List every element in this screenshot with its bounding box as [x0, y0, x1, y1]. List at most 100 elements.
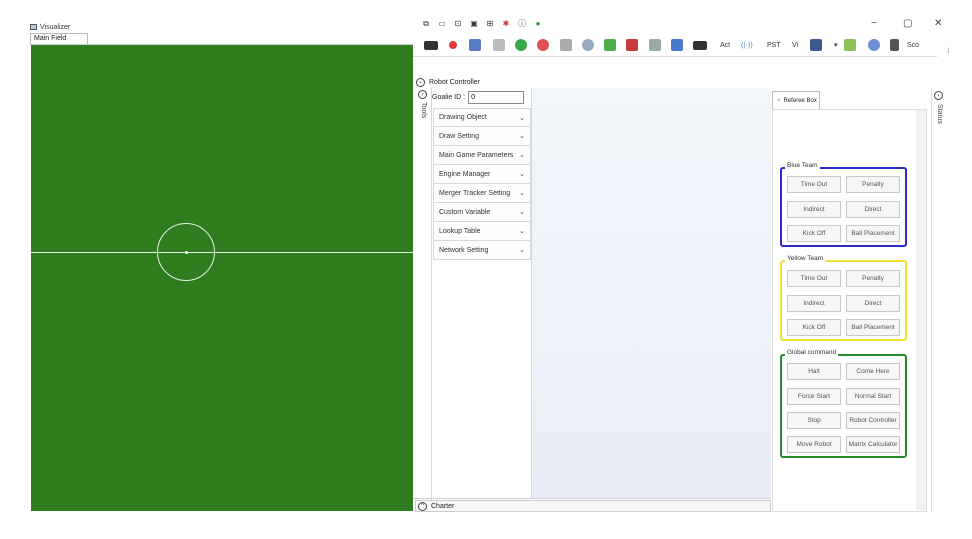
leaf-icon[interactable]: [604, 38, 616, 52]
move-robot-button[interactable]: Move Robot: [787, 436, 841, 453]
robot-controller-title: Robot Controller: [429, 78, 480, 86]
record-icon[interactable]: [449, 38, 457, 52]
monitor-tool-icon[interactable]: [424, 38, 438, 52]
tool-label: Engine Manager: [439, 170, 491, 178]
blue-direct-button[interactable]: Direct: [846, 201, 900, 218]
blue-indirect-button[interactable]: Indirect: [787, 201, 841, 218]
normal-start-button[interactable]: Normal Start: [846, 388, 900, 405]
goalie-id-input[interactable]: [468, 91, 525, 104]
globe-icon[interactable]: [515, 38, 527, 52]
layout-icon[interactable]: ⊞: [485, 19, 495, 28]
yellow-kick-off-button[interactable]: Kick Off: [787, 319, 841, 336]
tool-label: Network Setting: [439, 246, 489, 254]
close-icon[interactable]: ×: [777, 98, 781, 104]
tool-draw-setting[interactable]: Draw Setting ⌄: [433, 127, 531, 146]
blue-penalty-button[interactable]: Penalty: [846, 176, 900, 193]
blue-time-out-button[interactable]: Time Out: [787, 176, 841, 193]
tools-list: Drawing Object ⌄ Draw Setting ⌄ Main Game …: [433, 108, 531, 260]
robot-tool-icon[interactable]: [810, 38, 822, 52]
yellow-penalty-button[interactable]: Penalty: [846, 270, 900, 287]
tool-label: Merger Tracker Setting: [439, 189, 511, 197]
tab-main-field[interactable]: Main Field: [30, 33, 88, 44]
toolbar-overflow-icon[interactable]: ⁝: [947, 46, 951, 55]
yellow-time-out-button[interactable]: Time Out: [787, 270, 841, 287]
tab-referee-box[interactable]: × Referee Box: [772, 91, 820, 109]
tool-engine-manager[interactable]: Engine Manager ⌄: [433, 165, 531, 184]
tool-label: Custom Variable: [439, 208, 491, 216]
stop-button[interactable]: Stop: [787, 412, 841, 429]
chevron-down-icon: ⌄: [519, 133, 525, 140]
tools-side-label[interactable]: Tools: [420, 102, 427, 118]
cloud-icon[interactable]: [868, 38, 880, 52]
refresh-icon[interactable]: [582, 38, 594, 52]
robot-controller-header[interactable]: ⌄ Robot Controller: [416, 76, 480, 88]
yellow-indirect-button[interactable]: Indirect: [787, 295, 841, 312]
tools-panel-border: [431, 88, 432, 500]
blue-ball-placement-button[interactable]: Ball Placement: [846, 225, 900, 242]
halt-button[interactable]: Halt: [787, 363, 841, 380]
charter-bar[interactable]: ^ Charter: [415, 500, 771, 512]
robot-controller-canvas: [531, 88, 771, 498]
blue-kick-off-button[interactable]: Kick Off: [787, 225, 841, 242]
minimize-button[interactable]: −: [871, 18, 877, 29]
tool-main-game-parameters[interactable]: Main Game Parameters ⌄: [433, 146, 531, 165]
cursor-icon[interactable]: [890, 38, 899, 52]
tool-label: Lookup Table: [439, 227, 481, 235]
charter-label: Charter: [431, 502, 455, 510]
target-icon[interactable]: [537, 38, 549, 52]
app-title-bar: ⧉ ▭ ⊡ ▣ ⊞ ✱ ⓘ ● − ▢ ✕: [413, 16, 972, 32]
chart-icon[interactable]: [671, 38, 683, 52]
toolbar-sco[interactable]: Sco: [907, 38, 919, 52]
tool-lookup-table[interactable]: Lookup Table ⌄: [433, 222, 531, 241]
check-icon[interactable]: ●: [533, 19, 543, 28]
monitor-icon[interactable]: ⊡: [453, 19, 463, 28]
chevron-down-icon: ⌄: [519, 171, 525, 178]
pen-icon[interactable]: [649, 38, 661, 52]
camera-icon[interactable]: [469, 38, 481, 52]
grid-icon[interactable]: [844, 38, 856, 52]
info-icon[interactable]: ⓘ: [517, 19, 527, 28]
yellow-ball-placement-button[interactable]: Ball Placement: [846, 319, 900, 336]
chevron-down-icon: ⌄: [519, 114, 525, 122]
referee-scrollbar[interactable]: [916, 110, 926, 510]
tool-custom-variable[interactable]: Custom Variable ⌄: [433, 203, 531, 222]
status-side-panel: [931, 88, 946, 512]
tool-merger-tracker-setting[interactable]: Merger Tracker Setting ⌄: [433, 184, 531, 203]
goalie-id-label: Goalie ID :: [432, 94, 466, 101]
robot-icon[interactable]: ✱: [501, 19, 511, 28]
wireless-icon[interactable]: ((·)): [741, 38, 753, 52]
status-side-label[interactable]: Status: [936, 104, 943, 124]
maximize-button[interactable]: ▢: [903, 18, 912, 29]
blue-team-label: Blue Team: [785, 162, 820, 169]
chevron-left-icon[interactable]: ‹: [934, 91, 943, 100]
chevron-down-icon: ⌄: [519, 228, 525, 235]
toolbar-vi[interactable]: Vi: [792, 38, 798, 52]
referee-tab-label: Referee Box: [783, 97, 817, 104]
chevron-up-icon[interactable]: ^: [418, 501, 427, 511]
copy-icon[interactable]: ⧉: [421, 19, 431, 28]
chevron-down-icon: ⌄: [519, 209, 525, 216]
wrench-icon[interactable]: [493, 38, 505, 52]
toolbar-pst[interactable]: PST: [767, 38, 781, 52]
screen-icon[interactable]: ▭: [437, 19, 447, 28]
chevron-left-icon[interactable]: ‹: [418, 90, 427, 99]
matrix-calculator-button[interactable]: Matrix Calculator: [846, 436, 900, 453]
yellow-direct-button[interactable]: Direct: [846, 295, 900, 312]
force-start-button[interactable]: Force Start: [787, 388, 841, 405]
yellow-team-label: Yellow Team: [785, 255, 826, 262]
chevron-down-icon[interactable]: ⌄: [416, 77, 425, 87]
robot-controller-button[interactable]: Robot Controller: [846, 412, 900, 429]
bug-icon[interactable]: [626, 38, 638, 52]
close-button[interactable]: ✕: [934, 18, 942, 29]
tool-drawing-object[interactable]: Drawing Object ⌄: [433, 108, 531, 127]
terminal-icon[interactable]: [693, 38, 707, 52]
come-here-button[interactable]: Come Here: [846, 363, 900, 380]
frame-icon[interactable]: ▣: [469, 19, 479, 28]
network-icon[interactable]: [560, 38, 572, 52]
tool-network-setting[interactable]: Network Setting ⌄: [433, 241, 531, 260]
yellow-team-group: Yellow Team Time Out Penalty Indirect Di…: [780, 255, 907, 341]
soccer-field[interactable]: [31, 45, 413, 511]
toolbar-act[interactable]: Act: [720, 38, 730, 52]
dropdown-icon[interactable]: ▾: [834, 38, 838, 52]
visualizer-title: Visualizer: [40, 23, 71, 31]
